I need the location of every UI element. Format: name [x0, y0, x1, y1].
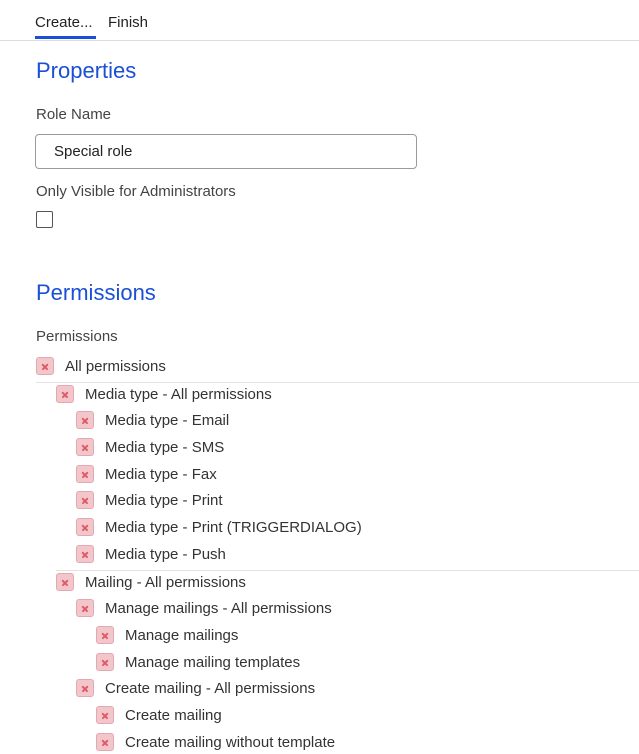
admin-only-label: Only Visible for Administrators	[36, 183, 236, 200]
permission-label: Create mailing - All permissions	[105, 679, 316, 697]
permission-item-create-mailing-all[interactable]: Create mailing - All permissions	[76, 677, 315, 699]
permission-label: Media type - Email	[105, 411, 230, 429]
role-editor-page: Create... Finish Properties Role Name On…	[0, 0, 639, 754]
admin-only-checkbox[interactable]	[36, 211, 53, 228]
x-mark-icon[interactable]	[76, 679, 94, 697]
permission-label: Media type - All permissions	[85, 385, 272, 403]
permission-label: All permissions	[65, 357, 166, 375]
permission-item-media-print-triggerdialog[interactable]: Media type - Print (TRIGGERDIALOG)	[76, 516, 362, 538]
x-mark-icon[interactable]	[76, 491, 94, 509]
permissions-heading: Permissions	[36, 280, 156, 305]
permissions-field-label: Permissions	[36, 328, 118, 345]
x-mark-icon[interactable]	[96, 626, 114, 644]
role-name-label: Role Name	[36, 106, 112, 123]
properties-heading: Properties	[36, 58, 137, 83]
x-mark-icon[interactable]	[76, 411, 94, 429]
active-tab-indicator	[35, 36, 96, 39]
permission-item-media-print[interactable]: Media type - Print	[76, 489, 223, 511]
permission-item-media-sms[interactable]: Media type - SMS	[76, 436, 224, 458]
permission-item-media-push[interactable]: Media type - Push	[76, 543, 226, 565]
x-mark-icon[interactable]	[96, 733, 114, 751]
x-mark-icon[interactable]	[36, 357, 54, 375]
permission-label: Manage mailings	[125, 626, 239, 644]
permission-label: Mailing - All permissions	[85, 573, 246, 591]
x-mark-icon[interactable]	[96, 706, 114, 724]
permission-label: Media type - SMS	[105, 438, 225, 456]
permission-item-manage-mailings[interactable]: Manage mailings	[96, 624, 238, 646]
permission-label: Manage mailing templates	[125, 653, 301, 671]
x-mark-icon[interactable]	[76, 545, 94, 563]
role-name-input[interactable]	[35, 134, 417, 169]
permission-item-mailing-all[interactable]: Mailing - All permissions	[56, 571, 246, 593]
permission-item-create-mailing-without-template[interactable]: Create mailing without template	[96, 731, 335, 753]
tab-finish[interactable]: Finish	[108, 14, 148, 31]
x-mark-icon[interactable]	[76, 438, 94, 456]
x-mark-icon[interactable]	[56, 385, 74, 403]
permission-item-media-type-all[interactable]: Media type - All permissions	[56, 383, 272, 405]
permission-item-media-fax[interactable]: Media type - Fax	[76, 463, 217, 485]
permission-item-manage-mailings-all[interactable]: Manage mailings - All permissions	[76, 597, 332, 619]
x-mark-icon[interactable]	[76, 465, 94, 483]
permission-item-manage-mailing-templates[interactable]: Manage mailing templates	[96, 651, 300, 673]
permission-label: Media type - Print (TRIGGERDIALOG)	[105, 518, 362, 536]
x-mark-icon[interactable]	[56, 573, 74, 591]
permission-item-media-email[interactable]: Media type - Email	[76, 409, 229, 431]
x-mark-icon[interactable]	[96, 653, 114, 671]
permission-label: Media type - Fax	[105, 465, 217, 483]
permission-label: Create mailing	[125, 706, 222, 724]
permission-label: Media type - Push	[105, 545, 226, 563]
permission-item-all[interactable]: All permissions	[36, 355, 166, 377]
permission-item-create-mailing[interactable]: Create mailing	[96, 704, 222, 726]
tab-bar: Create... Finish	[0, 0, 639, 41]
x-mark-icon[interactable]	[76, 518, 94, 536]
tab-create[interactable]: Create...	[35, 14, 93, 31]
permission-label: Media type - Print	[105, 491, 223, 509]
permission-label: Manage mailings - All permissions	[105, 599, 332, 617]
x-mark-icon[interactable]	[76, 599, 94, 617]
permission-label: Create mailing without template	[125, 733, 336, 751]
